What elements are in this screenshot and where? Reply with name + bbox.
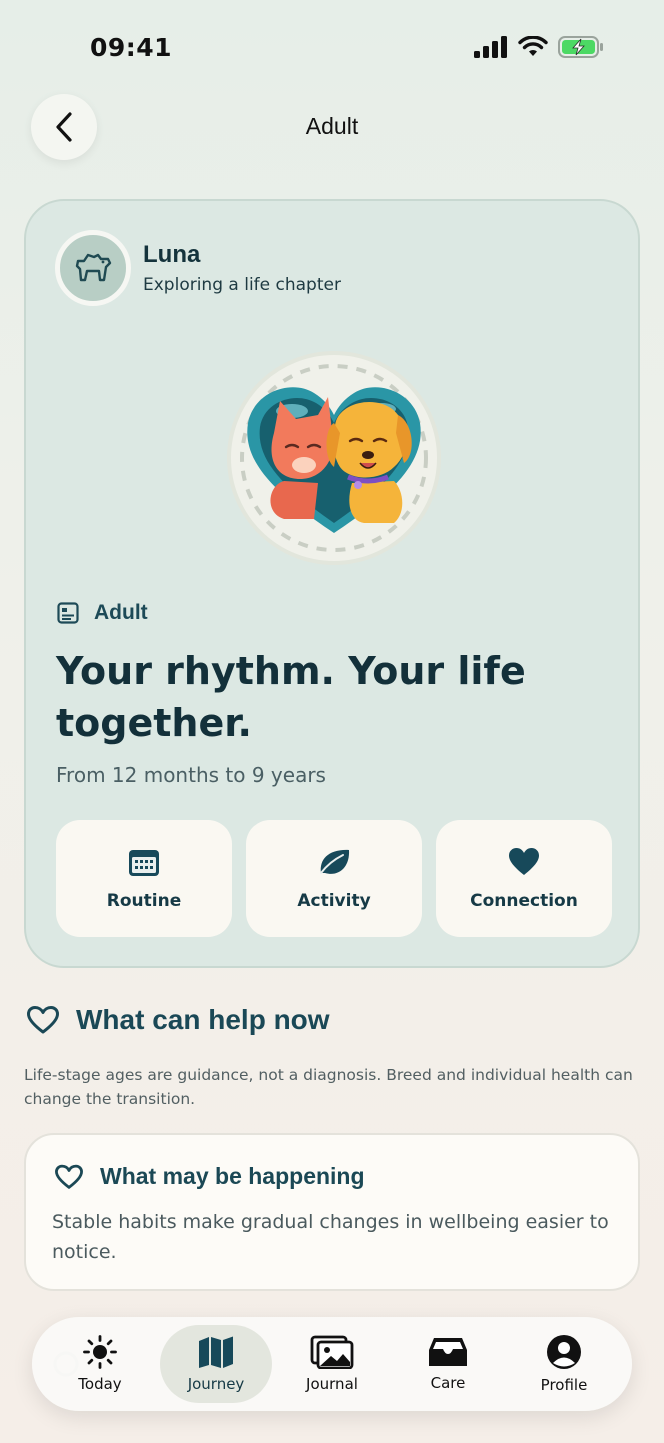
tab-journey[interactable]: Journey xyxy=(160,1325,272,1403)
info-card-header: What may be happening xyxy=(54,1163,365,1190)
stage-label-row: Adult xyxy=(56,601,148,625)
pet-subtitle: Exploring a life chapter xyxy=(143,275,341,295)
tile-routine-label: Routine xyxy=(106,890,182,911)
tab-journal-label: Journal xyxy=(306,1375,358,1393)
page-title: Adult xyxy=(305,113,359,139)
cat-dog-heart-illustration xyxy=(227,351,441,565)
leaf-icon xyxy=(320,849,350,874)
tab-bar: Today Journey Journal Care Profile xyxy=(32,1317,632,1411)
info-card-body: Stable habits make gradual changes in we… xyxy=(52,1211,609,1263)
status-time: 09:41 xyxy=(90,33,173,62)
tab-today[interactable]: Today xyxy=(44,1325,156,1403)
battery-charging-icon xyxy=(558,36,603,58)
dog-icon xyxy=(75,253,112,282)
person-icon xyxy=(547,1335,581,1369)
stage-tiles: Routine Activity Connection xyxy=(56,820,612,937)
help-section-header: What can help now xyxy=(26,1004,330,1036)
info-card-title: What may be happening xyxy=(100,1163,365,1189)
id-card-icon xyxy=(57,602,79,624)
heart-icon xyxy=(509,847,539,875)
calendar-icon xyxy=(129,849,159,876)
inbox-icon xyxy=(429,1338,467,1366)
status-icons xyxy=(474,36,604,58)
life-stage-disclaimer: Life-stage ages are guidance, not a diag… xyxy=(24,1066,633,1108)
tile-activity[interactable]: Activity xyxy=(246,820,422,937)
tile-routine[interactable]: Routine xyxy=(56,820,232,937)
wifi-icon xyxy=(518,36,548,56)
tab-profile[interactable]: Profile xyxy=(508,1325,620,1403)
photos-icon xyxy=(310,1335,354,1369)
map-icon xyxy=(199,1336,233,1368)
tile-connection-label: Connection xyxy=(470,890,578,911)
help-section-title: What can help now xyxy=(76,1004,330,1035)
tab-care[interactable]: Care xyxy=(392,1325,504,1403)
info-card[interactable]: What may be happening Stable habits make… xyxy=(24,1133,640,1291)
tab-journey-label: Journey xyxy=(187,1375,245,1393)
tile-connection[interactable]: Connection xyxy=(436,820,612,937)
stage-headline: Your rhythm. Your life together. xyxy=(56,649,526,745)
pet-avatar[interactable] xyxy=(55,230,131,306)
heart-outline-icon xyxy=(27,1006,59,1034)
sun-icon xyxy=(83,1335,117,1369)
tab-profile-label: Profile xyxy=(540,1376,588,1394)
stage-age-range: From 12 months to 9 years xyxy=(56,763,326,787)
cat-dog-heart-icon xyxy=(240,364,428,552)
life-stage-card: Luna Exploring a life chapter Adult Your… xyxy=(24,199,640,968)
tab-journal[interactable]: Journal xyxy=(276,1325,388,1403)
tile-activity-label: Activity xyxy=(297,890,371,911)
pet-name: Luna xyxy=(143,241,201,268)
stage-label: Adult xyxy=(94,601,148,624)
tab-today-label: Today xyxy=(78,1375,122,1393)
tab-care-label: Care xyxy=(430,1374,466,1392)
cellular-signal-icon xyxy=(474,36,507,58)
heart-outline-icon xyxy=(55,1164,83,1189)
